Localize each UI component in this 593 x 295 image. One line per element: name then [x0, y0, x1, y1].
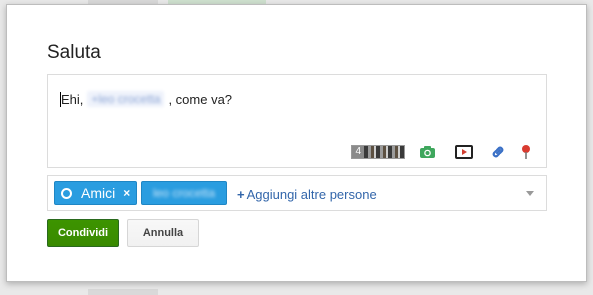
- cancel-button[interactable]: Annulla: [127, 219, 199, 247]
- dialog-title: Saluta: [47, 42, 101, 63]
- share-button[interactable]: Condividi: [47, 219, 119, 247]
- chevron-down-icon[interactable]: [526, 191, 534, 196]
- photo-thumbnail-strip: [364, 146, 404, 158]
- video-icon[interactable]: [454, 143, 474, 161]
- background-page-strip: [88, 289, 158, 295]
- greeting-text: Ehi,: [61, 91, 84, 107]
- plus-icon: +: [237, 187, 245, 202]
- link-icon[interactable]: [488, 143, 508, 161]
- add-people-link[interactable]: + Aggiungi altre persone: [237, 187, 377, 202]
- person-chip[interactable]: leo crocetta: [141, 181, 227, 205]
- share-dialog: Saluta Ehi, +leo crocetta , come va? 4 A…: [6, 4, 587, 282]
- circle-chip-label: Amici: [81, 185, 116, 201]
- compose-box[interactable]: Ehi, +leo crocetta , come va? 4: [47, 74, 547, 168]
- attachment-toolbar: 4: [351, 143, 536, 161]
- remove-chip-icon[interactable]: ×: [123, 186, 130, 200]
- circle-icon: [61, 187, 72, 199]
- recipients-field[interactable]: Amici × leo crocetta + Aggiungi altre per…: [47, 175, 547, 211]
- photo-thumbnails[interactable]: 4: [351, 145, 405, 159]
- photo-count-badge: 4: [352, 146, 364, 158]
- camera-icon[interactable]: [417, 143, 437, 161]
- message-text: , come va?: [168, 91, 233, 107]
- circle-chip-friends[interactable]: Amici ×: [54, 181, 138, 205]
- mention-tag[interactable]: +leo crocetta: [87, 91, 165, 107]
- compose-message[interactable]: Ehi, +leo crocetta , come va?: [60, 91, 232, 107]
- person-chip-label: leo crocetta: [152, 186, 216, 200]
- add-people-label: Aggiungi altre persone: [246, 187, 377, 202]
- location-pin-icon[interactable]: [516, 143, 536, 161]
